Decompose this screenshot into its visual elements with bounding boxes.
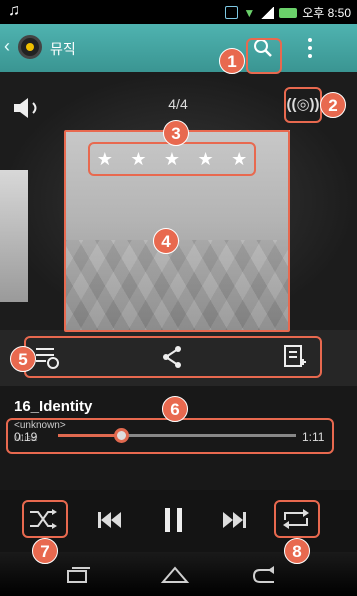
battery-icon: [279, 7, 298, 18]
callout-badge-2: 2: [320, 92, 346, 118]
callout-badge-7: 7: [32, 538, 58, 564]
music-app-icon[interactable]: [18, 35, 42, 59]
pause-icon: [165, 508, 182, 532]
back-button[interactable]: [250, 564, 280, 591]
home-button[interactable]: [160, 564, 190, 589]
callout-badge-3: 3: [163, 120, 189, 146]
callout-badge-5: 5: [10, 346, 36, 372]
callout-badge-8: 8: [284, 538, 310, 564]
app-title: 뮤직: [50, 41, 76, 57]
back-icon: [252, 566, 274, 583]
back-caret-icon[interactable]: ‹: [4, 36, 10, 57]
wifi-icon: ▼: [243, 5, 256, 20]
recent-apps-button[interactable]: [66, 566, 92, 589]
previous-button[interactable]: [96, 509, 124, 536]
more-options-button[interactable]: [300, 36, 320, 60]
callout-box-repeat: [274, 500, 320, 538]
pause-button[interactable]: [162, 506, 186, 539]
action-bar: ‹ 뮤직: [0, 24, 357, 72]
previous-album-art[interactable]: [0, 170, 28, 302]
status-bar: ♫ ▼ 오후 8:50: [0, 0, 357, 24]
callout-box-toolbar: [24, 336, 322, 378]
recent-apps-icon: [67, 567, 90, 583]
track-title: 16_Identity: [14, 398, 93, 415]
signal-icon: [260, 6, 275, 19]
next-icon: [223, 512, 246, 528]
previous-icon: [98, 512, 121, 528]
more-vert-icon: [308, 38, 312, 42]
callout-box-search: [246, 38, 282, 74]
music-note-icon: ♫: [8, 2, 20, 19]
callout-box-cast: [284, 87, 322, 123]
volume-icon: [14, 98, 37, 118]
status-time: 오후 8:50: [302, 6, 351, 20]
volume-button[interactable]: [12, 96, 52, 120]
screenshot-icon: [225, 6, 239, 19]
callout-badge-1: 1: [219, 48, 245, 74]
callout-box-shuffle: [22, 500, 68, 538]
home-icon: [160, 566, 190, 583]
callout-box-seek: [6, 418, 334, 454]
next-button[interactable]: [220, 509, 248, 536]
track-counter: 4/4: [168, 96, 188, 112]
callout-box-album-art: [64, 130, 290, 332]
callout-badge-6: 6: [162, 396, 188, 422]
callout-badge-4: 4: [153, 228, 179, 254]
status-icons: ▼ 오후 8:50: [225, 4, 351, 21]
